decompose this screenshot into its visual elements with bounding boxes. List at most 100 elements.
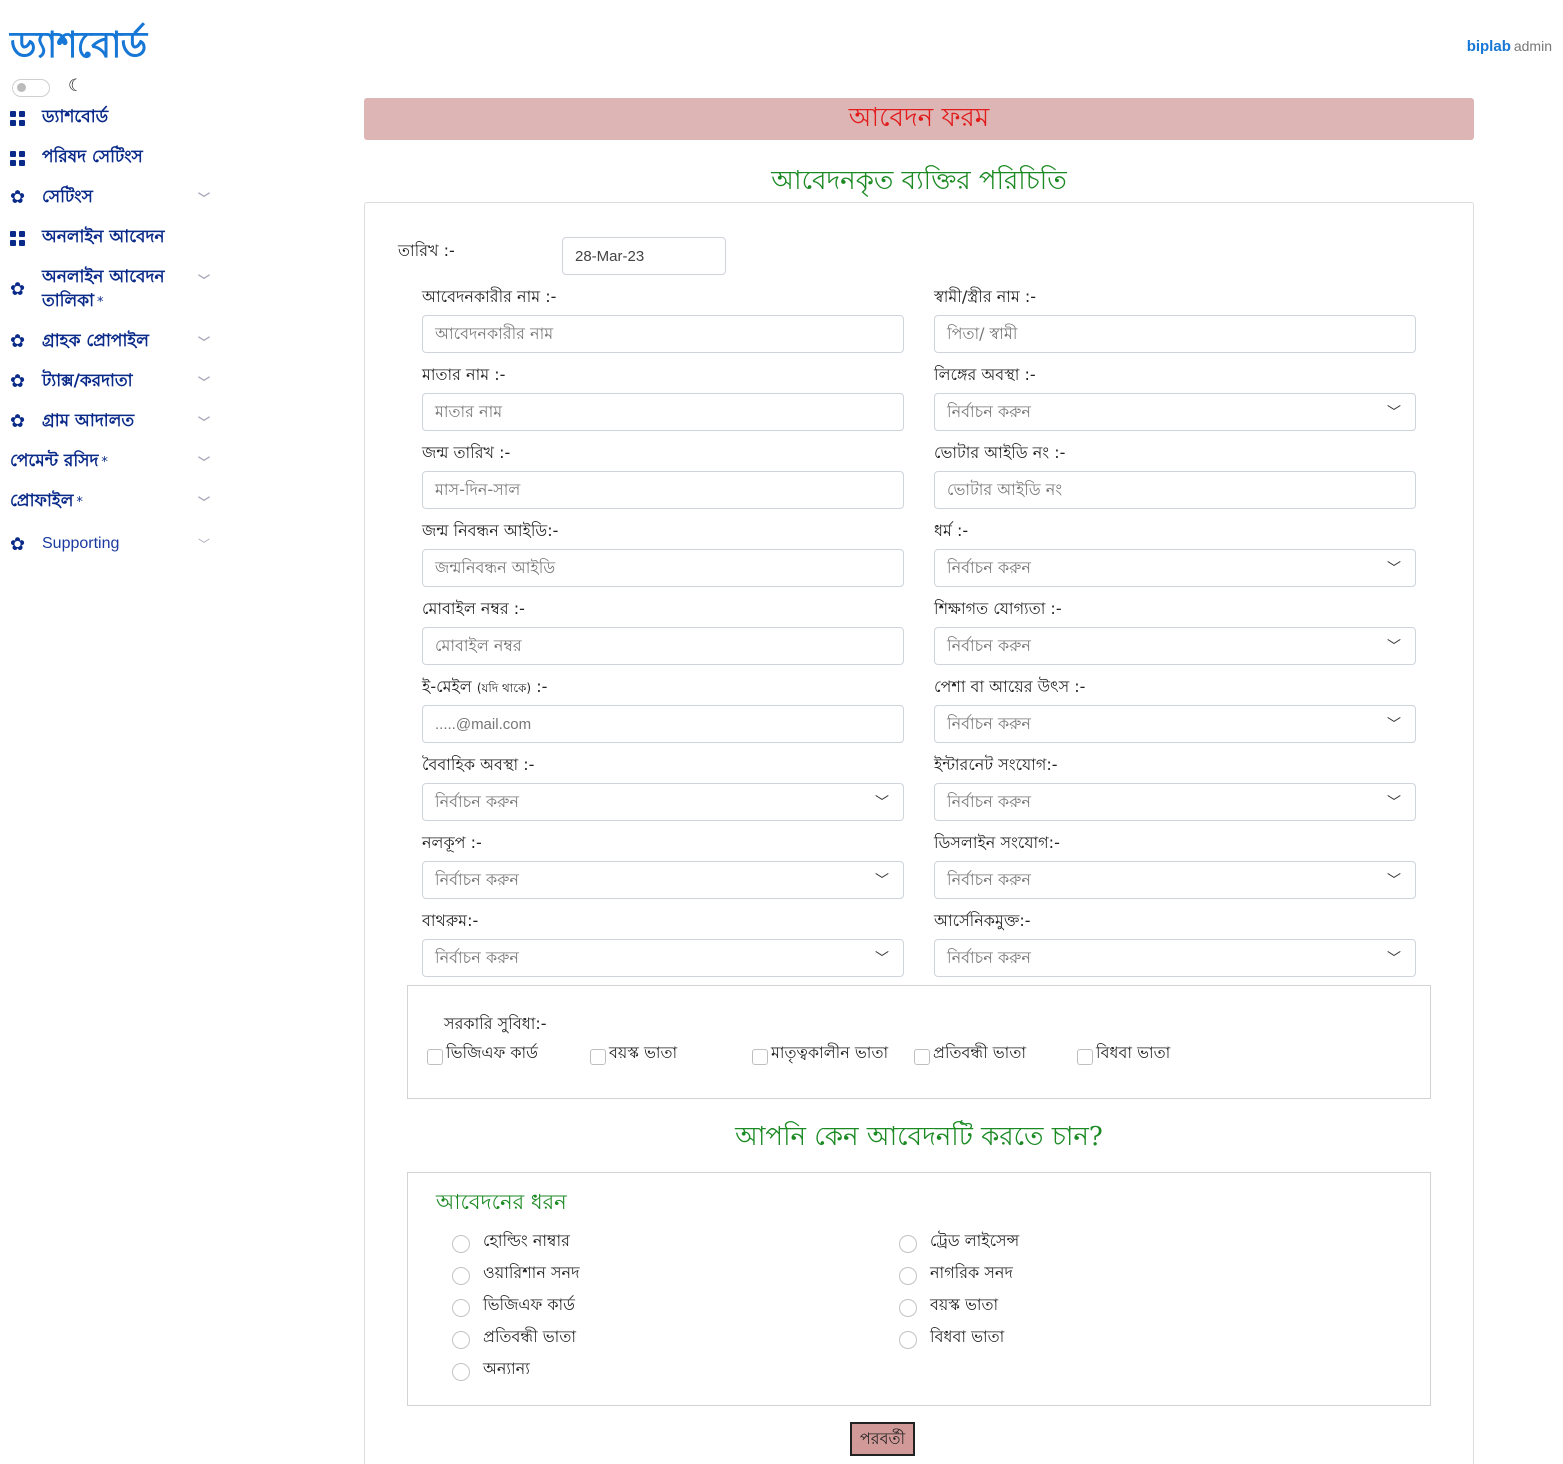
mobile-input[interactable]: মোবাইল নম্বর (422, 627, 904, 665)
chevron-down-icon: ﹀ (1387, 873, 1401, 889)
sidebar-item-customer-profile[interactable]: ✿ গ্রাহক প্রোপাইল ﹀ (10, 328, 214, 356)
theme-toggle-wrap[interactable]: ☾ (12, 76, 102, 98)
spouse-name-label: স্বামী/স্ত্রীর নাম :- (934, 287, 1037, 306)
chevron-down-icon: ﹀ (197, 537, 210, 552)
checkbox-box[interactable] (914, 1048, 930, 1065)
radio-circle[interactable] (452, 1266, 470, 1285)
checkbox-box[interactable] (427, 1048, 443, 1065)
checkbox-box[interactable] (752, 1048, 768, 1065)
sidebar-item-settings[interactable]: ✿ সেটিংস ﹀ (10, 184, 214, 212)
sidebar-item-label: ট্যাক্স/করদাতা (42, 371, 133, 391)
chevron-down-icon: ﹀ (875, 795, 889, 811)
bathroom-label: বাথরুম:- (422, 911, 479, 930)
applicant-name-input[interactable]: আবেদনকারীর নাম (422, 315, 904, 353)
checkbox-box[interactable] (1077, 1048, 1093, 1065)
sidebar-item-profile[interactable]: প্রোফাইল * ﹀ (10, 488, 214, 516)
voter-id-input[interactable]: ভোটার আইডি নং (934, 471, 1416, 509)
education-select[interactable]: নির্বাচন করুন ﹀ (934, 627, 1416, 665)
birth-reg-input[interactable]: জন্মনিবন্ধন আইডি (422, 549, 904, 587)
sidebar-item-label: পেমেন্ট রসিদ (10, 451, 99, 471)
radio-elderly-allowance[interactable]: বয়স্ক ভাতা (899, 1292, 998, 1319)
radio-inheritance-certificate[interactable]: ওয়ারিশান সনদ (452, 1260, 580, 1287)
religion-select[interactable]: নির্বাচন করুন ﹀ (934, 549, 1416, 587)
mother-name-input[interactable]: মাতার নাম (422, 393, 904, 431)
bathroom-select[interactable]: নির্বাচন করুন ﹀ (422, 939, 904, 977)
radio-circle[interactable] (899, 1266, 917, 1285)
radio-disability-allowance[interactable]: প্রতিবন্ধী ভাতা (452, 1324, 576, 1351)
next-button[interactable]: পরবর্তী (850, 1422, 915, 1456)
occupation-select[interactable]: নির্বাচন করুন ﹀ (934, 705, 1416, 743)
internet-label: ইন্টারনেট সংযোগ:- (934, 755, 1058, 774)
user-info[interactable]: biplab admin (1467, 38, 1552, 55)
sidebar-item-supporting[interactable]: ✿ Supporting ﹀ (10, 530, 214, 558)
gear-icon: ✿ (10, 411, 26, 432)
sidebar-item-payment-receipt[interactable]: পেমেন্ট রসিদ * ﹀ (10, 448, 214, 476)
radio-circle[interactable] (452, 1362, 470, 1381)
sidebar-item-label: অনলাইন আবেদন (42, 227, 165, 247)
sidebar-item-label: গ্রাম আদালত (42, 411, 135, 431)
user-role: admin (1513, 38, 1552, 54)
sidebar-item-label: গ্রাহক প্রোপাইল (42, 331, 149, 351)
spouse-name-input[interactable]: পিতা/ স্বামী (934, 315, 1416, 353)
brand-title: ড্যাশবোর্ড (10, 25, 147, 66)
radio-circle[interactable] (452, 1330, 470, 1349)
grid-icon (10, 110, 25, 126)
dob-input[interactable]: মাস-দিন-সাল (422, 471, 904, 509)
sidebar-item-online-application[interactable]: অনলাইন আবেদন (10, 224, 214, 252)
marital-select[interactable]: নির্বাচন করুন ﹀ (422, 783, 904, 821)
email-input[interactable]: .....@mail.com (422, 705, 904, 743)
sidebar-item-tax[interactable]: ✿ ট্যাক্স/করদাতা ﹀ (10, 368, 214, 396)
radio-holding-number[interactable]: হোল্ডিং নাম্বার (452, 1228, 570, 1255)
checkbox-box[interactable] (590, 1048, 606, 1065)
moon-icon: ☾ (68, 76, 84, 95)
radio-vgf-card[interactable]: ভিজিএফ কার্ড (452, 1292, 575, 1319)
radio-circle[interactable] (899, 1330, 917, 1349)
radio-circle[interactable] (452, 1298, 470, 1317)
sidebar-item-village-court[interactable]: ✿ গ্রাম আদালত ﹀ (10, 408, 214, 436)
gender-select[interactable]: নির্বাচন করুন ﹀ (934, 393, 1416, 431)
section-title-why: আপনি কেন আবেদনটি করতে চান? (735, 1122, 1103, 1152)
radio-trade-license[interactable]: ট্রেড লাইসেন্স (899, 1228, 1019, 1255)
radio-circle[interactable] (899, 1234, 917, 1253)
religion-label: ধর্ম :- (934, 521, 969, 540)
theme-toggle[interactable] (12, 79, 50, 97)
grid-icon (10, 150, 25, 166)
dob-label: জন্ম তারিখ :- (422, 443, 511, 462)
date-label: তারিখ :- (398, 241, 455, 260)
gear-icon: ✿ (10, 371, 26, 392)
select-value: নির্বাচন করুন (947, 401, 1031, 421)
gear-icon: ✿ (10, 331, 26, 352)
select-value: নির্বাচন করুন (435, 869, 519, 889)
radio-widow-allowance[interactable]: বিধবা ভাতা (899, 1324, 1004, 1351)
chevron-down-icon: ﹀ (1387, 561, 1401, 577)
user-name: biplab (1466, 38, 1511, 55)
radio-circle[interactable] (452, 1234, 470, 1253)
radio-other[interactable]: অন্যান্য (452, 1356, 530, 1383)
chevron-down-icon: ﹀ (1387, 639, 1401, 655)
section-title-identity: আবেদনকৃত ব্যক্তির পরিচিতি (771, 166, 1067, 196)
arsenic-select[interactable]: নির্বাচন করুন ﹀ (934, 939, 1416, 977)
chevron-down-icon: ﹀ (1387, 717, 1401, 733)
select-value: নির্বাচন করুন (947, 791, 1031, 811)
applicant-name-label: আবেদনকারীর নাম :- (422, 287, 557, 306)
tubewell-select[interactable]: নির্বাচন করুন ﹀ (422, 861, 904, 899)
chevron-down-icon: ﹀ (197, 335, 210, 350)
benefit-maternity-checkbox[interactable]: মাতৃত্বকালীন ভাতা (752, 1040, 888, 1067)
benefit-disability-checkbox[interactable]: প্রতিবন্ধী ভাতা (914, 1040, 1026, 1067)
sidebar-item-council-settings[interactable]: পরিষদ সেটিংস (10, 144, 214, 172)
grid-icon (10, 230, 25, 246)
sidebar-item-online-application-list[interactable]: ✿ অনলাইন আবেদন তালিকা * ﹀ (10, 266, 214, 314)
internet-select[interactable]: নির্বাচন করুন ﹀ (934, 783, 1416, 821)
radio-citizen-certificate[interactable]: নাগরিক সনদ (899, 1260, 1013, 1287)
mobile-label: মোবাইল নম্বর :- (422, 599, 525, 618)
radio-circle[interactable] (899, 1298, 917, 1317)
select-value: নির্বাচন করুন (947, 947, 1031, 967)
dishline-select[interactable]: নির্বাচন করুন ﹀ (934, 861, 1416, 899)
dishline-label: ডিসলাইন সংযোগ:- (934, 833, 1060, 852)
sidebar-item-dashboard[interactable]: ড্যাশবোর্ড (10, 104, 214, 132)
date-field[interactable]: 28-Mar-23 (562, 237, 726, 275)
benefit-widow-checkbox[interactable]: বিধবা ভাতা (1077, 1040, 1170, 1067)
benefit-elderly-checkbox[interactable]: বয়স্ক ভাতা (590, 1040, 677, 1067)
benefit-vgf-checkbox[interactable]: ভিজিএফ কার্ড (427, 1040, 538, 1067)
marital-label: বৈবাহিক অবস্থা :- (422, 755, 535, 774)
